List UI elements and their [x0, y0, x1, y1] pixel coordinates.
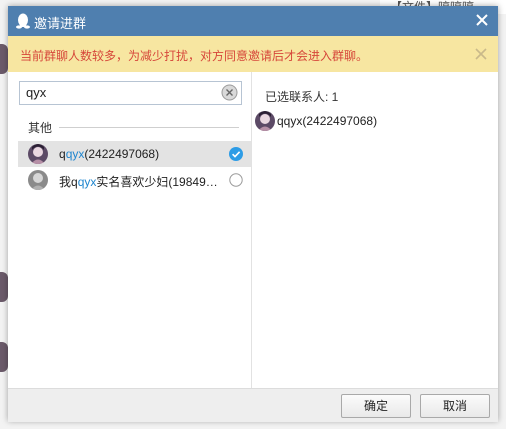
search-input[interactable] [26, 84, 206, 101]
search-box[interactable] [19, 81, 242, 105]
background-avatar [0, 272, 8, 302]
clear-search-icon[interactable] [221, 84, 238, 101]
dialog-footer: 确定 取消 [8, 388, 498, 422]
result-name: qqyx(2422497068) [59, 147, 160, 161]
empty-circle-icon[interactable] [229, 173, 243, 187]
selected-count: 已选联系人: 1 [265, 90, 339, 104]
notice-text: 当前群聊人数较多，为减少打扰，对方同意邀请后才会进入群聊。 [20, 49, 369, 63]
result-name: 我qqyx实名喜欢少妇(19849… [59, 175, 218, 189]
invite-dialog: 邀请进群 当前群聊人数较多，为减少打扰，对方同意邀请后才会进入群聊。 其他 [8, 6, 498, 422]
avatar [28, 144, 48, 164]
dialog-titlebar[interactable]: 邀请进群 [8, 6, 498, 36]
avatar [255, 111, 275, 131]
background-avatar [0, 44, 8, 74]
background-avatar [0, 342, 8, 372]
cancel-button[interactable]: 取消 [420, 394, 490, 418]
selected-contact-name: qqyx(2422497068) [277, 114, 378, 128]
result-row[interactable]: 我qqyx实名喜欢少妇(19849… [18, 167, 251, 193]
qq-penguin-icon [16, 13, 30, 29]
contact-search-pane: 其他 qqyx(2422497068) [8, 72, 252, 388]
avatar [28, 170, 48, 190]
selected-contacts-pane: 已选联系人: 1 qqyx(2422497068) [252, 72, 498, 388]
confirm-button[interactable]: 确定 [341, 394, 411, 418]
close-icon[interactable] [472, 10, 492, 30]
notice-bar: 当前群聊人数较多，为减少打扰，对方同意邀请后才会进入群聊。 [8, 36, 498, 73]
selected-contact-item[interactable]: qqyx(2422497068) [252, 108, 498, 134]
notice-close-icon[interactable] [474, 47, 488, 61]
dialog-title: 邀请进群 [34, 16, 87, 31]
checkmark-circle-icon[interactable] [229, 147, 243, 161]
group-label: 其他 [28, 121, 53, 135]
group-divider [59, 127, 239, 128]
result-row[interactable]: qqyx(2422497068) [18, 141, 251, 167]
